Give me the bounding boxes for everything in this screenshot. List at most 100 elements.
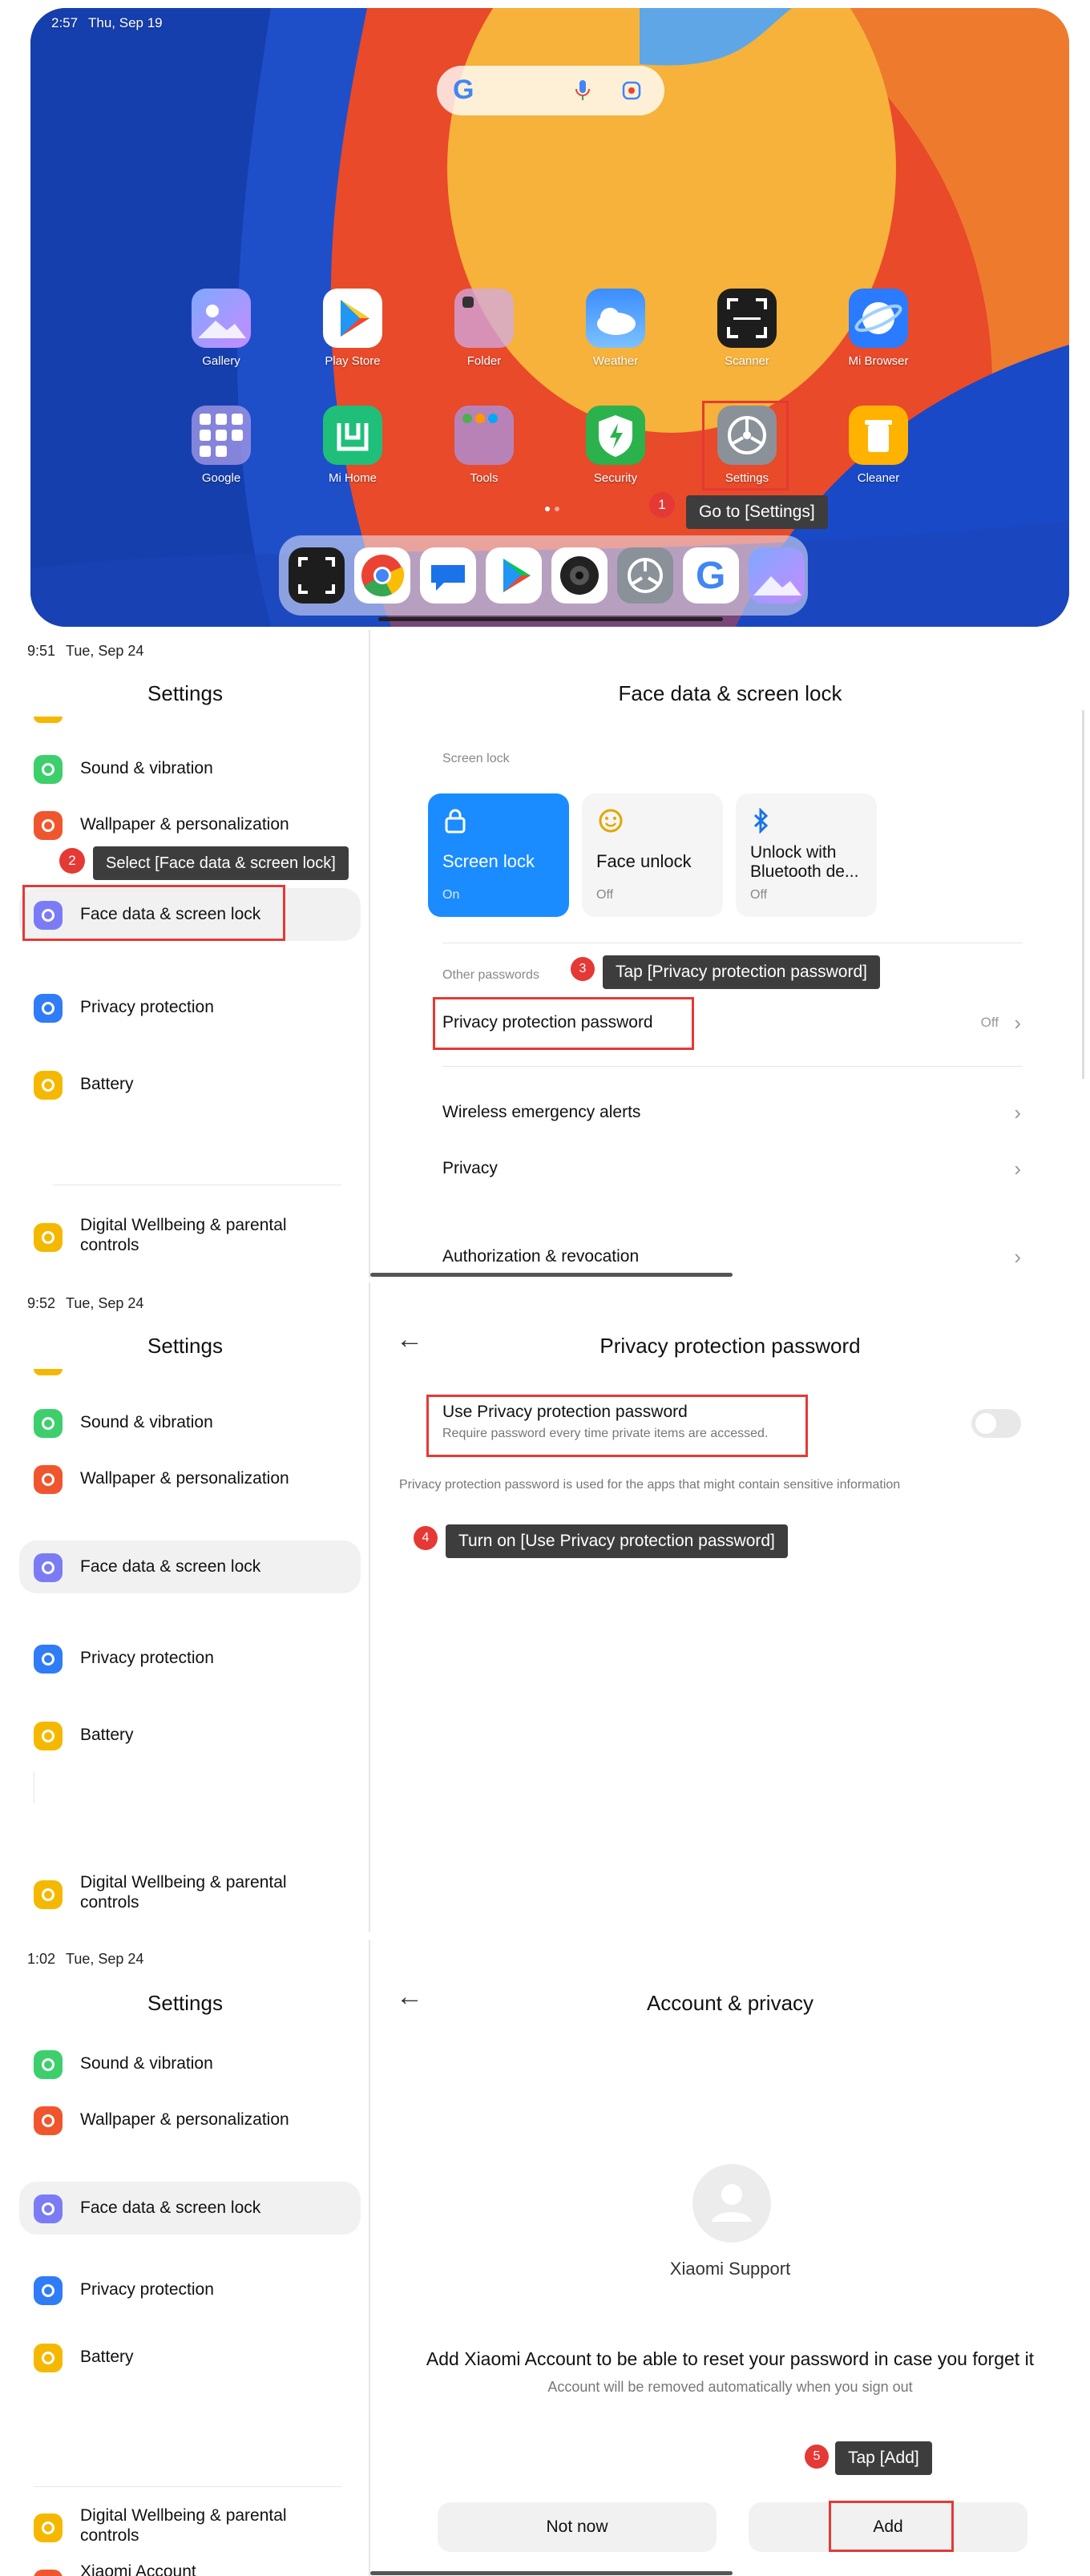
- sidebar-title: Settings: [147, 681, 223, 705]
- highlight-add-button: [829, 2501, 954, 2552]
- card-screen-lock[interactable]: Screen lock On: [428, 793, 569, 917]
- divider: [442, 1066, 1023, 1067]
- person-icon: [712, 2184, 752, 2222]
- sidebar-item-wallpaper[interactable]: Wallpaper & personalization: [19, 798, 361, 851]
- sound-icon: [34, 1409, 63, 1438]
- gallery-icon[interactable]: [749, 547, 805, 604]
- chevron-right-icon: ›: [1014, 1245, 1021, 1269]
- row-label: Wireless emergency alerts: [442, 1103, 641, 1121]
- bluetooth-icon: [753, 808, 769, 834]
- sidebar-item-xiaomi-account[interactable]: Xiaomi Account: [19, 2557, 361, 2576]
- page-title: Account & privacy: [646, 1991, 814, 2015]
- row-privacy[interactable]: Privacy ›: [442, 1145, 1023, 1193]
- section-label: Screen lock: [442, 752, 510, 765]
- row-authorization[interactable]: Authorization & revocation ›: [442, 1233, 1023, 1278]
- scrollbar[interactable]: [1082, 710, 1084, 1079]
- card-title: Unlock with Bluetooth de...: [750, 843, 859, 881]
- camera-icon[interactable]: [551, 547, 608, 604]
- app-mi-browser[interactable]: Mi Browser: [830, 289, 926, 368]
- app-folder[interactable]: Folder: [436, 289, 532, 368]
- step-badge: 4: [414, 1526, 438, 1550]
- google-search-bar[interactable]: G: [437, 66, 664, 115]
- face-data-icon: [34, 1553, 63, 1582]
- mic-icon[interactable]: [575, 79, 591, 103]
- app-label: Play Store: [325, 354, 381, 368]
- sidebar-item-battery[interactable]: Battery: [19, 2331, 361, 2384]
- page-title: Privacy protection password: [600, 1334, 861, 1358]
- sidebar-item-battery[interactable]: Battery: [19, 1058, 361, 1111]
- sidebar-item-label: Wallpaper & personalization: [80, 2110, 289, 2129]
- battery-icon: [34, 1722, 63, 1750]
- sidebar-item-wallpaper[interactable]: Wallpaper & personalization: [19, 1452, 361, 1505]
- app-label: Security: [593, 471, 638, 485]
- messages-icon[interactable]: [420, 547, 476, 604]
- tooltip-step5: Tap [Add]: [835, 2441, 932, 2475]
- app-label: Mi Browser: [848, 354, 909, 368]
- lens-icon[interactable]: [621, 80, 642, 101]
- card-status: Off: [750, 888, 768, 902]
- app-security[interactable]: Security: [567, 406, 664, 485]
- partial-item-icon: [34, 1369, 63, 1375]
- row-label: Authorization & revocation: [442, 1247, 640, 1266]
- row-wireless-emergency-alerts[interactable]: Wireless emergency alerts ›: [442, 1088, 1023, 1137]
- face-icon: [599, 809, 623, 833]
- mi-home-icon: [323, 406, 382, 465]
- app-label: Mi Home: [328, 471, 377, 485]
- cleaner-icon: [849, 406, 908, 465]
- status-date: Thu, Sep 19: [88, 15, 163, 30]
- tooltip-step3: Tap [Privacy protection password]: [603, 955, 880, 989]
- weather-icon: [586, 289, 645, 348]
- wellbeing-icon: [34, 2513, 63, 2542]
- app-play-store[interactable]: Play Store: [305, 289, 401, 368]
- app-mi-home[interactable]: Mi Home: [305, 406, 401, 485]
- card-bluetooth-unlock[interactable]: Unlock with Bluetooth de... Off: [736, 793, 877, 917]
- sidebar-item-wallpaper[interactable]: Wallpaper & personalization: [19, 2094, 361, 2146]
- app-weather[interactable]: Weather: [567, 289, 664, 368]
- app-tools[interactable]: Tools: [436, 406, 532, 485]
- sidebar-item-label: Xiaomi Account: [80, 2562, 196, 2576]
- status-time: 2:57: [51, 15, 79, 30]
- sidebar-item-digital-wellbeing[interactable]: Digital Wellbeing & parental controls: [19, 1210, 361, 1263]
- app-label: Scanner: [725, 354, 769, 368]
- step-badge: 1: [649, 492, 675, 518]
- security-icon: [586, 406, 645, 465]
- settings-icon[interactable]: [617, 547, 673, 604]
- sidebar-item-privacy[interactable]: Privacy protection: [19, 981, 361, 1034]
- privacy-icon: [34, 1645, 63, 1674]
- step-badge: 3: [571, 957, 595, 981]
- play-store-icon[interactable]: [486, 547, 542, 604]
- privacy-password-toggle[interactable]: [971, 1409, 1021, 1438]
- step-badge: 2: [59, 848, 85, 874]
- tools-folder-icon: [454, 406, 514, 465]
- sidebar-item-privacy[interactable]: Privacy protection: [19, 2263, 361, 2316]
- sidebar-item-label: Battery: [80, 2348, 134, 2366]
- sidebar-item-sound[interactable]: Sound & vibration: [19, 742, 361, 795]
- app-scanner[interactable]: Scanner: [699, 289, 795, 368]
- sidebar-item-label: Privacy protection: [80, 998, 214, 1016]
- app-google[interactable]: Google: [173, 406, 269, 485]
- sidebar-item-face-data[interactable]: Face data & screen lock: [19, 2182, 361, 2235]
- home-indicator: [370, 1273, 733, 1277]
- sidebar-item-sound[interactable]: Sound & vibration: [19, 2037, 361, 2090]
- wellbeing-icon: [34, 1880, 63, 1909]
- app-cleaner[interactable]: Cleaner: [830, 406, 926, 485]
- play-store-icon: [323, 289, 382, 348]
- sidebar-item-sound[interactable]: Sound & vibration: [19, 1396, 361, 1449]
- app-gallery[interactable]: Gallery: [173, 289, 269, 368]
- google-icon[interactable]: G: [683, 547, 739, 604]
- scanner-icon[interactable]: [289, 547, 345, 604]
- settings-sidebar: 9:52 Tue, Sep 24 Settings Sound & vibrat…: [0, 1282, 370, 1932]
- not-now-button[interactable]: Not now: [438, 2502, 717, 2552]
- info-text: Privacy protection password is used for …: [399, 1478, 901, 1492]
- card-face-unlock[interactable]: Face unlock Off: [582, 793, 723, 917]
- sidebar-item-face-data[interactable]: Face data & screen lock: [19, 1540, 361, 1593]
- mi-browser-icon: [849, 289, 908, 348]
- status-time: 9:51: [27, 643, 56, 659]
- sidebar-item-battery[interactable]: Battery: [19, 1709, 361, 1762]
- chrome-icon[interactable]: [354, 547, 410, 604]
- sidebar-item-digital-wellbeing[interactable]: Digital Wellbeing & parental controls: [19, 1867, 361, 1920]
- panel-privacy-password: 9:52 Tue, Sep 24 Settings Sound & vibrat…: [0, 1282, 1090, 1932]
- sidebar-item-label: Sound & vibration: [80, 759, 213, 777]
- sidebar-item-privacy[interactable]: Privacy protection: [19, 1632, 361, 1685]
- wallpaper-icon: [34, 2106, 63, 2135]
